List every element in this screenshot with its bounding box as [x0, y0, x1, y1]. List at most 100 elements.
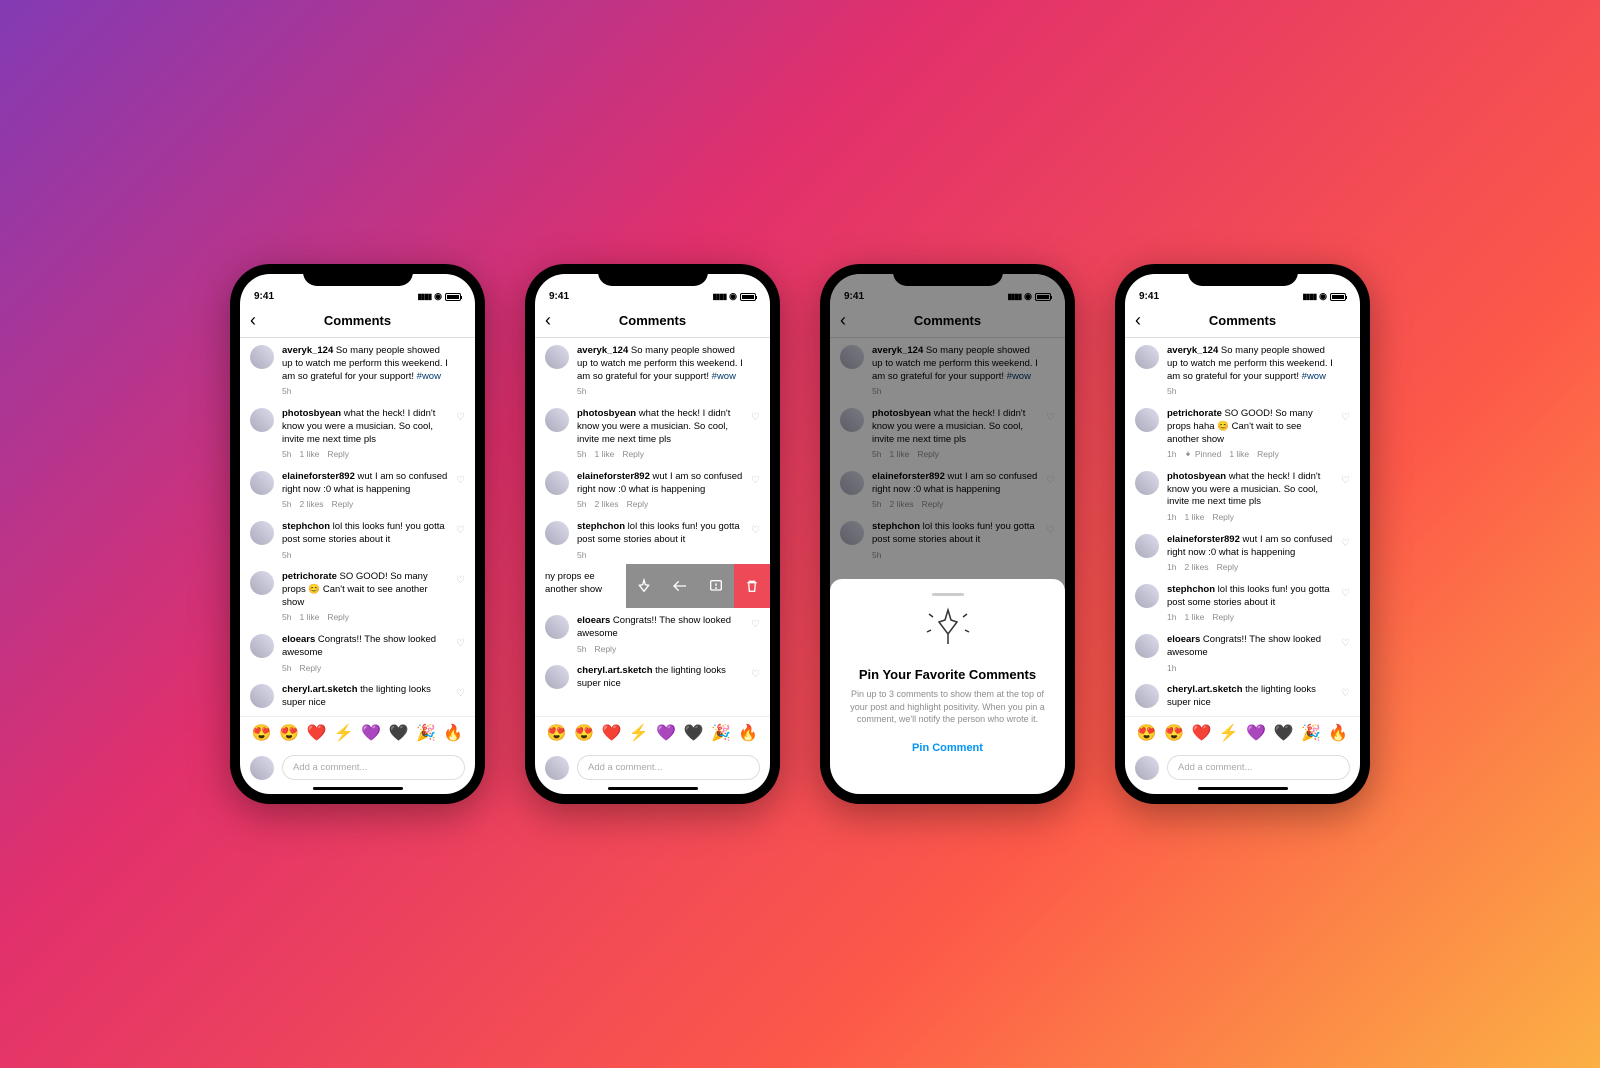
emoji-button[interactable]: 💜	[656, 723, 676, 743]
likes-count[interactable]: 1 like	[1184, 512, 1204, 523]
comment-row[interactable]: cheryl.art.sketch the lighting looks sup…	[535, 658, 770, 697]
reply-button[interactable]: Reply	[1257, 449, 1279, 460]
emoji-button[interactable]: 😍	[1137, 723, 1157, 743]
emoji-button[interactable]: 🎉	[711, 723, 731, 743]
comment-row[interactable]: eloears Congrats!! The show looked aweso…	[535, 608, 770, 658]
emoji-button[interactable]: 🖤	[684, 723, 704, 743]
like-icon[interactable]: ♡	[751, 618, 760, 632]
likes-count[interactable]: 1 like	[1184, 612, 1204, 623]
username[interactable]: elaineforster892	[1167, 534, 1240, 545]
username[interactable]: eloears	[577, 615, 610, 626]
username[interactable]: petrichorate	[282, 571, 337, 582]
reply-button[interactable]: Reply	[1212, 612, 1234, 623]
emoji-button[interactable]: 🔥	[1328, 723, 1348, 743]
likes-count[interactable]: 1 like	[299, 449, 319, 460]
emoji-button[interactable]: 😍	[574, 723, 594, 743]
like-icon[interactable]: ♡	[456, 637, 465, 651]
like-icon[interactable]: ♡	[456, 411, 465, 425]
username[interactable]: averyk_124	[1167, 345, 1218, 356]
username[interactable]: petrichorate	[1167, 408, 1222, 419]
username[interactable]: stephchon	[282, 521, 330, 532]
comment-row[interactable]: stephchon lol this looks fun! you gotta …	[535, 514, 770, 564]
like-icon[interactable]: ♡	[456, 574, 465, 588]
comment-row[interactable]: elaineforster892 wut I am so confused ri…	[1125, 527, 1360, 577]
home-indicator[interactable]	[608, 787, 698, 790]
reply-button[interactable]: Reply	[299, 663, 321, 674]
sheet-handle[interactable]	[932, 593, 964, 596]
like-icon[interactable]: ♡	[751, 474, 760, 488]
username[interactable]: averyk_124	[577, 345, 628, 356]
like-icon[interactable]: ♡	[1341, 587, 1350, 601]
comment-input[interactable]: Add a comment...	[577, 755, 760, 780]
comment-row[interactable]: cheryl.art.sketch the lighting looks sup…	[240, 677, 475, 716]
username[interactable]: cheryl.art.sketch	[577, 665, 653, 676]
home-indicator[interactable]	[1198, 787, 1288, 790]
emoji-button[interactable]: ⚡	[334, 723, 354, 743]
comment-row[interactable]: stephchon lol this looks fun! you gotta …	[1125, 577, 1360, 627]
username[interactable]: eloears	[282, 634, 315, 645]
delete-action-button[interactable]	[734, 564, 770, 608]
comment-row[interactable]: eloears Congrats!! The show looked aweso…	[1125, 627, 1360, 677]
comment-row[interactable]: photosbyean what the heck! I didn't know…	[535, 401, 770, 464]
emoji-button[interactable]: ❤️	[1191, 723, 1211, 743]
reply-button[interactable]: Reply	[327, 449, 349, 460]
report-action-button[interactable]	[698, 564, 734, 608]
emoji-button[interactable]: 😍	[252, 723, 272, 743]
username[interactable]: stephchon	[577, 521, 625, 532]
emoji-button[interactable]: ❤️	[306, 723, 326, 743]
username[interactable]: averyk_124	[282, 345, 333, 356]
emoji-button[interactable]: ⚡	[629, 723, 649, 743]
like-icon[interactable]: ♡	[1341, 687, 1350, 701]
like-icon[interactable]: ♡	[751, 668, 760, 682]
comment-input[interactable]: Add a comment...	[1167, 755, 1350, 780]
comment-row[interactable]: petrichorate SO GOOD! So many props 😊 Ca…	[240, 564, 475, 627]
username[interactable]: cheryl.art.sketch	[282, 684, 358, 695]
comment-row[interactable]: eloears Congrats!! The show looked aweso…	[240, 627, 475, 677]
pin-action-button[interactable]	[626, 564, 662, 608]
emoji-button[interactable]: 🖤	[1274, 723, 1294, 743]
reply-button[interactable]: Reply	[1212, 512, 1234, 523]
reply-action-button[interactable]	[662, 564, 698, 608]
comment-row[interactable]: cheryl.art.sketch the lighting looks sup…	[1125, 677, 1360, 716]
likes-count[interactable]: 1 like	[1229, 449, 1249, 460]
emoji-button[interactable]: 🎉	[416, 723, 436, 743]
reply-button[interactable]: Reply	[332, 499, 354, 510]
like-icon[interactable]: ♡	[751, 411, 760, 425]
username[interactable]: elaineforster892	[577, 471, 650, 482]
username[interactable]: photosbyean	[282, 408, 341, 419]
hashtag[interactable]: #wow	[1302, 371, 1326, 382]
username[interactable]: stephchon	[1167, 584, 1215, 595]
comment-row[interactable]: elaineforster892 wut I am so confused ri…	[535, 464, 770, 514]
emoji-button[interactable]: ⚡	[1219, 723, 1239, 743]
emoji-button[interactable]: 🖤	[389, 723, 409, 743]
emoji-button[interactable]: 🔥	[738, 723, 758, 743]
emoji-button[interactable]: 😍	[1164, 723, 1184, 743]
comment-list[interactable]: averyk_124 So many people showed up to w…	[1125, 338, 1360, 716]
emoji-button[interactable]: 🎉	[1301, 723, 1321, 743]
hashtag[interactable]: #wow	[417, 371, 441, 382]
reply-button[interactable]: Reply	[622, 449, 644, 460]
emoji-button[interactable]: 💜	[1246, 723, 1266, 743]
emoji-button[interactable]: 😍	[279, 723, 299, 743]
home-indicator[interactable]	[313, 787, 403, 790]
like-icon[interactable]: ♡	[751, 524, 760, 538]
like-icon[interactable]: ♡	[456, 687, 465, 701]
pin-comment-button[interactable]: Pin Comment	[846, 742, 1049, 754]
reply-button[interactable]: Reply	[594, 644, 616, 655]
emoji-button[interactable]: 🔥	[443, 723, 463, 743]
comment-row[interactable]: stephchon lol this looks fun! you gotta …	[240, 514, 475, 564]
likes-count[interactable]: 2 likes	[299, 499, 323, 510]
comment-row-pinned[interactable]: petrichorate SO GOOD! So many props haha…	[1125, 401, 1360, 464]
like-icon[interactable]: ♡	[1341, 474, 1350, 488]
username[interactable]: photosbyean	[1167, 471, 1226, 482]
comment-input[interactable]: Add a comment...	[282, 755, 465, 780]
like-icon[interactable]: ♡	[456, 474, 465, 488]
likes-count[interactable]: 2 likes	[594, 499, 618, 510]
emoji-button[interactable]: 😍	[547, 723, 567, 743]
comment-row-swiped[interactable]: ny props ee another show	[535, 564, 770, 608]
hashtag[interactable]: #wow	[712, 371, 736, 382]
comment-list[interactable]: averyk_124 So many people showed up to w…	[535, 338, 770, 716]
emoji-button[interactable]: 💜	[361, 723, 381, 743]
like-icon[interactable]: ♡	[456, 524, 465, 538]
like-icon[interactable]: ♡	[1341, 411, 1350, 425]
